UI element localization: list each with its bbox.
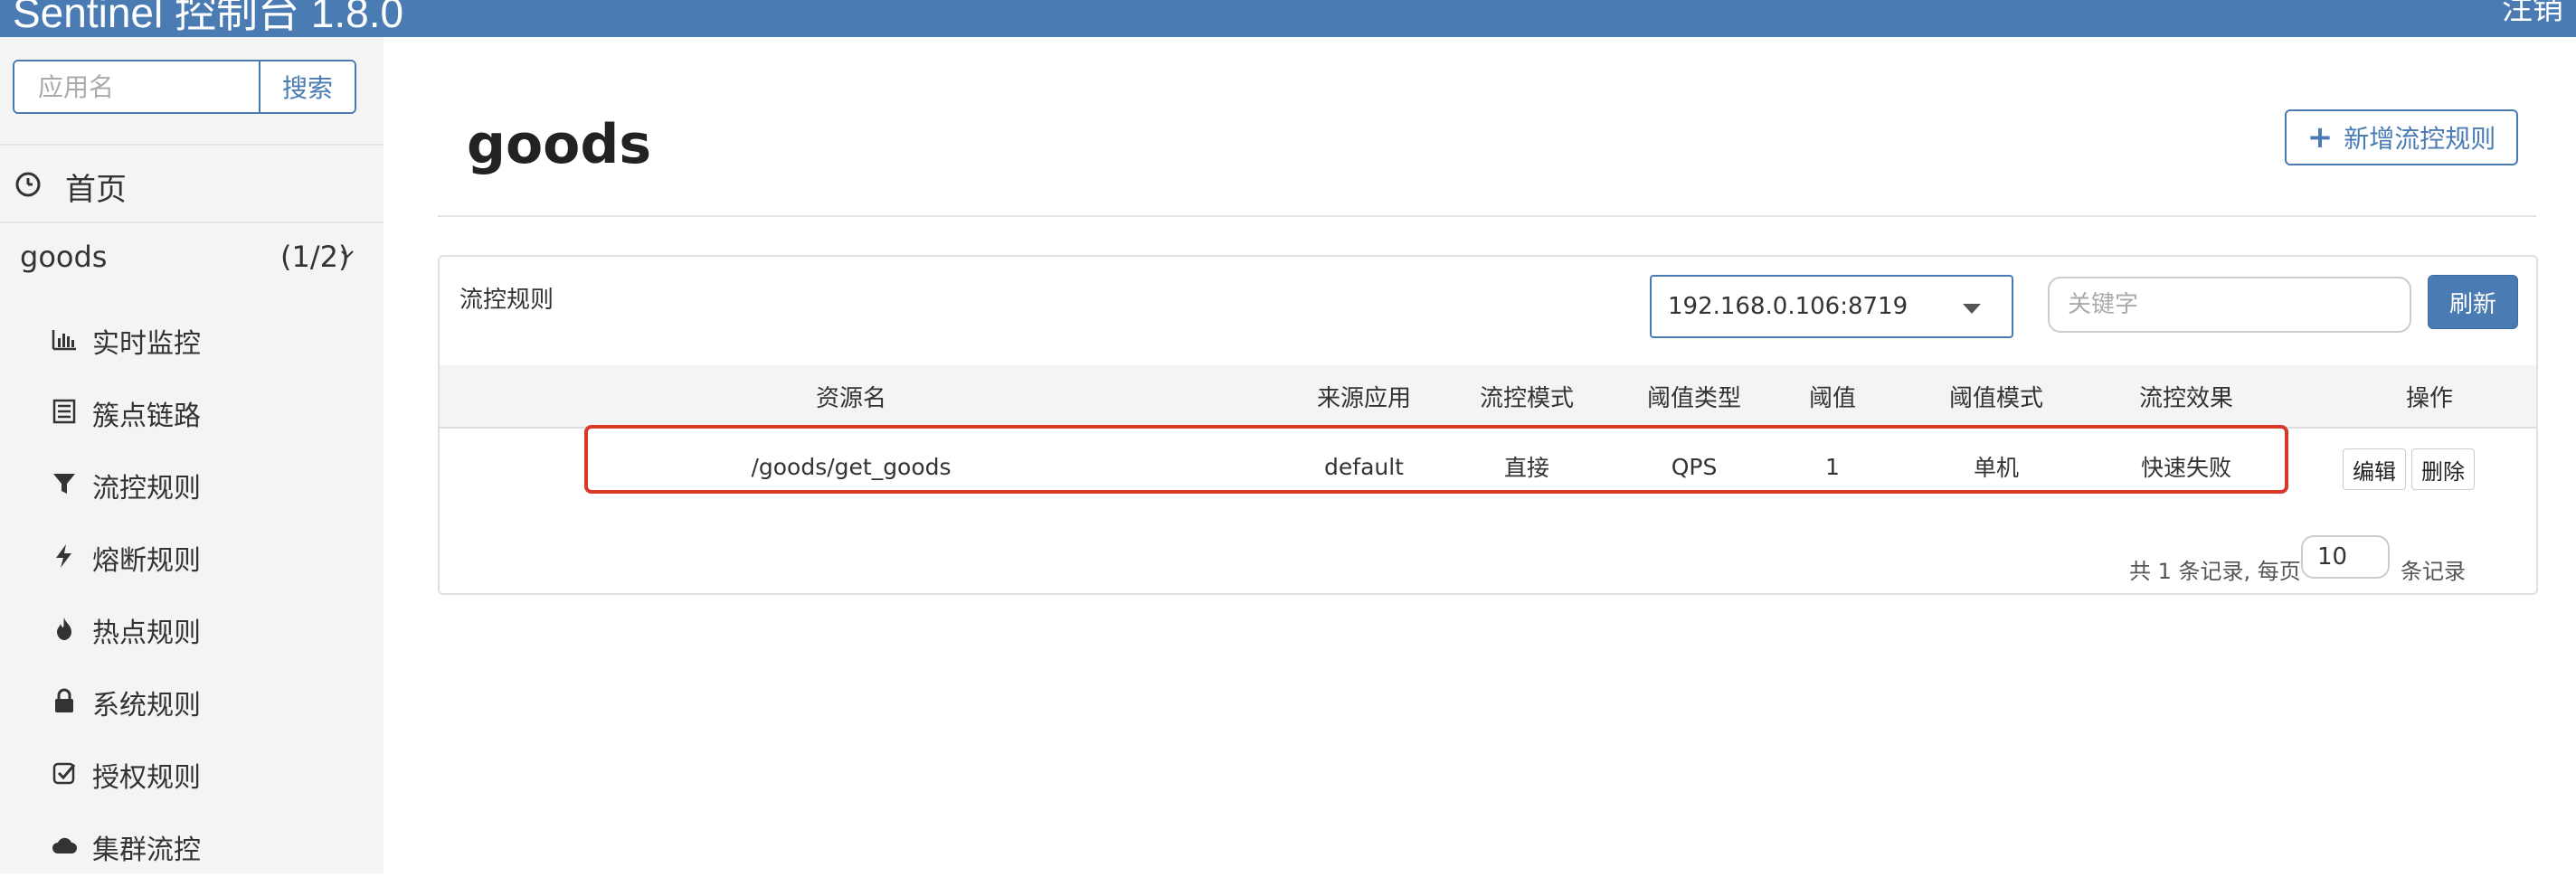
sidebar-item-cluster-flow[interactable]: 集群流控: [0, 814, 384, 877]
logout-link[interactable]: 注销: [2502, 0, 2563, 28]
machine-select-value: 192.168.0.106:8719: [1668, 293, 1908, 320]
delete-button[interactable]: 删除: [2411, 448, 2475, 490]
flash-icon: [56, 544, 71, 568]
flow-rules-panel: 流控规则 192.168.0.106:8719 刷新 资源名 来源应用 流控模式…: [438, 255, 2538, 595]
sidebar-item-home[interactable]: 首页: [0, 146, 384, 220]
edit-button[interactable]: 编辑: [2343, 448, 2406, 490]
filter-icon: [53, 474, 75, 494]
sidebar-item-label: 首页: [65, 172, 127, 208]
panel-title: 流控规则: [459, 287, 554, 314]
divider: [0, 222, 384, 223]
app-search-input[interactable]: [14, 61, 259, 112]
column-header-count: 阈值: [1808, 384, 1856, 412]
plus-icon: +: [2306, 119, 2334, 156]
app-machine-count: (1/2): [280, 240, 350, 274]
top-bar: Sentinel 控制台 1.8.0 注销: [0, 0, 2576, 37]
page-title: goods: [467, 113, 652, 176]
column-header-resource: 资源名: [815, 384, 886, 412]
sidebar-item-authority-rules[interactable]: 授权规则: [0, 741, 384, 805]
fire-icon: [57, 618, 71, 640]
machine-select[interactable]: 192.168.0.106:8719: [1650, 275, 2013, 338]
keyword-input[interactable]: [2048, 277, 2411, 333]
sidebar-item-hotspot-rules[interactable]: 热点规则: [0, 597, 384, 660]
pager-suffix: 条记录: [2401, 559, 2466, 584]
sidebar-item-label: 熔断规则: [92, 545, 201, 577]
dashboard-icon: [15, 172, 41, 197]
sidebar-item-label: 授权规则: [92, 762, 201, 794]
app-group-goods[interactable]: goods (1/2): [0, 227, 384, 290]
column-header-cluster-mode: 阈值模式: [1948, 384, 2043, 412]
sidebar-item-label: 簇点链路: [92, 401, 201, 432]
sidebar-item-flow-rules[interactable]: 流控规则: [0, 452, 384, 515]
table-header: 资源名 来源应用 流控模式 阈值类型 阈值 阈值模式 流控效果 操作: [440, 365, 2536, 429]
sidebar-item-label: 实时监控: [92, 328, 201, 360]
highlight-annotation: [584, 425, 2288, 494]
bar-chart-icon: [52, 330, 76, 351]
app-title: Sentinel 控制台 1.8.0: [13, 0, 404, 36]
sidebar-item-label: 系统规则: [92, 690, 201, 721]
sidebar-item-realtime-monitor[interactable]: 实时监控: [0, 307, 384, 371]
column-header-effect: 流控效果: [2138, 384, 2233, 412]
sidebar-item-cluster-link[interactable]: 簇点链路: [0, 380, 384, 443]
column-header-operation: 操作: [2405, 384, 2453, 412]
pager-total: 共 1 条记录, 每页: [2129, 559, 2301, 584]
sidebar-item-label: 集群流控: [92, 835, 201, 866]
app-search: 搜索: [13, 60, 356, 114]
sidebar-item-system-rules[interactable]: 系统规则: [0, 669, 384, 732]
check-square-icon: [52, 762, 76, 785]
lock-icon: [55, 688, 73, 712]
column-header-mode: 流控模式: [1479, 384, 1574, 412]
sidebar-item-label: 流控规则: [92, 473, 201, 505]
cloud-icon: [52, 837, 77, 853]
caret-down-icon: [1963, 304, 1981, 314]
app-name: goods: [20, 240, 108, 274]
search-button[interactable]: 搜索: [259, 61, 355, 112]
chevron-down-icon: [341, 250, 354, 259]
page-size-input[interactable]: [2301, 535, 2390, 579]
add-flow-rule-label: 新增流控规则: [2344, 124, 2496, 154]
sidebar-item-label: 热点规则: [92, 618, 201, 649]
divider: [438, 215, 2536, 217]
sidebar: 搜索 首页 goods (1/2) 实时监控: [0, 37, 384, 873]
list-icon: [52, 399, 76, 424]
sidebar-item-degrade-rules[interactable]: 熔断规则: [0, 524, 384, 588]
add-flow-rule-button[interactable]: + 新增流控规则: [2285, 109, 2518, 165]
column-header-origin: 来源应用: [1316, 384, 1411, 412]
column-header-grade: 阈值类型: [1646, 384, 1741, 412]
refresh-button[interactable]: 刷新: [2428, 275, 2518, 329]
